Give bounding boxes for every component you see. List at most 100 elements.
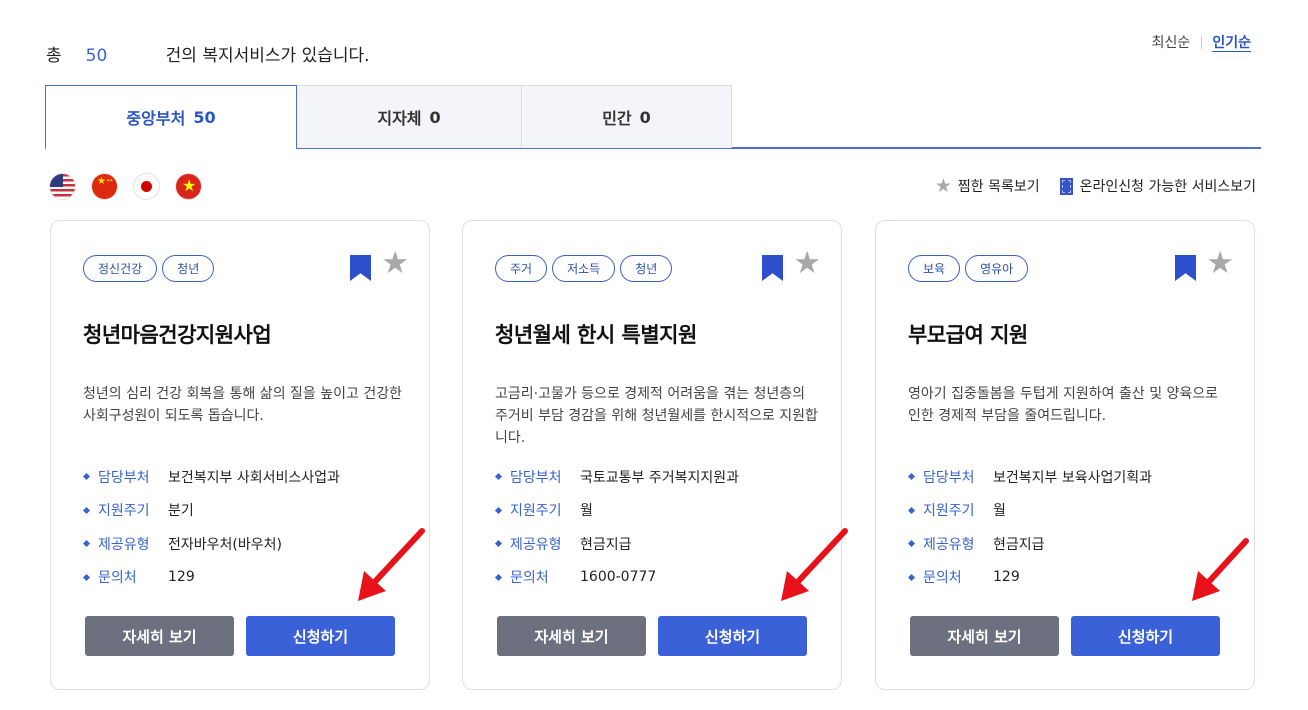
tab-count: 0	[639, 107, 651, 127]
annotation-arrow-icon	[1192, 538, 1249, 601]
bullet-icon	[907, 473, 916, 481]
card-title: 청년마음건강지원사업	[83, 323, 272, 347]
info-type: 제공유형 현금지급	[907, 527, 1152, 561]
service-info-list: 담당부처 보건복지부 보육사업기획과 지원주기 월 제공유형 현금지급 문의처 129	[907, 460, 1153, 595]
info-label: 지원주기	[510, 503, 562, 520]
result-count-suffix: 건의 복지서비스가 있습니다.	[165, 46, 370, 66]
card-title: 청년월세 한시 특별지원	[495, 323, 697, 347]
bookmark-icon[interactable]	[350, 255, 371, 281]
annotation-arrow-icon	[358, 528, 425, 601]
info-contact: 문의처 1600-0777	[494, 561, 739, 595]
info-department: 담당부처 국토교통부 주거복지지원과	[494, 460, 740, 494]
us-flag-icon[interactable]	[49, 173, 76, 200]
tag[interactable]: 청년	[162, 255, 215, 282]
apply-button[interactable]: 신청하기	[246, 616, 395, 656]
info-value: 월	[580, 503, 593, 520]
info-type: 제공유형 현금지급	[494, 527, 739, 561]
info-type: 제공유형 전자바우처(바우처)	[82, 527, 340, 561]
favorites-link[interactable]: ★ 찜한 목록보기	[935, 176, 1040, 196]
favorite-star-icon[interactable]: ★	[1206, 248, 1234, 279]
detail-button[interactable]: 자세히 보기	[85, 616, 234, 656]
result-count-prefix: 총	[46, 46, 62, 66]
tag-list: 주거 저소득 청년	[495, 255, 673, 282]
tab-central-government[interactable]: 중앙부처 50	[45, 85, 297, 150]
tab-label: 민간	[602, 109, 632, 128]
info-label: 담당부처	[510, 469, 562, 486]
tag-list: 정신건강 청년	[83, 255, 215, 282]
info-cycle: 지원주기 월	[494, 494, 739, 528]
language-selector	[49, 173, 202, 200]
tag[interactable]: 저소득	[552, 255, 616, 282]
sort-latest[interactable]: 최신순	[1152, 32, 1191, 52]
service-card: 정신건강 청년 ★ 청년마음건강지원사업 청년의 심리 건강 회복을 통해 삶의…	[50, 220, 430, 690]
info-value: 국토교통부 주거복지지원과	[580, 469, 740, 486]
tag[interactable]: 보육	[908, 255, 961, 282]
info-label: 지원주기	[98, 503, 150, 520]
info-value: 129	[168, 569, 195, 586]
service-info-list: 담당부처 국토교통부 주거복지지원과 지원주기 월 제공유형 현금지급 문의처 1600…	[494, 460, 740, 595]
detail-button[interactable]: 자세히 보기	[497, 616, 646, 656]
info-value: 현금지급	[993, 536, 1045, 553]
card-description: 고금리·고물가 등으로 경제적 어려움을 겪는 청년층의 주거비 부담 경감을 …	[495, 386, 818, 446]
card-description: 영아기 집중돌봄을 두텁게 지원하여 출산 및 양육으로 인한 경제적 부담을 …	[908, 386, 1219, 424]
info-department: 담당부처 보건복지부 사회서비스사업과	[82, 460, 340, 494]
sort-divider: |	[1199, 35, 1204, 49]
info-label: 문의처	[510, 570, 549, 587]
star-icon: ★	[934, 174, 952, 197]
bookmark-icon	[1059, 177, 1073, 195]
apply-button[interactable]: 신청하기	[658, 616, 807, 656]
favorite-star-icon[interactable]: ★	[381, 248, 409, 279]
detail-button[interactable]: 자세히 보기	[910, 616, 1059, 656]
info-value: 분기	[168, 503, 194, 520]
bullet-icon	[907, 540, 916, 548]
vietnam-flag-icon[interactable]	[175, 173, 202, 200]
info-value: 1600-0777	[580, 569, 657, 586]
tab-private[interactable]: 민간 0	[521, 85, 732, 148]
bullet-icon	[907, 506, 916, 514]
japan-flag-icon[interactable]	[133, 173, 160, 200]
bookmark-icon[interactable]	[1175, 255, 1196, 281]
tag[interactable]: 정신건강	[83, 255, 158, 282]
view-links: ★ 찜한 목록보기 온라인신청 가능한 서비스보기	[935, 176, 1256, 196]
info-label: 문의처	[923, 570, 962, 587]
bullet-icon	[494, 540, 503, 548]
sort-options: 최신순 | 인기순	[1152, 32, 1251, 52]
info-label: 제공유형	[923, 536, 975, 553]
info-cycle: 지원주기 분기	[82, 494, 340, 528]
online-services-link-label: 온라인신청 가능한 서비스보기	[1079, 179, 1256, 195]
info-value: 전자바우처(바우처)	[168, 536, 282, 553]
info-label: 문의처	[98, 570, 137, 587]
tab-label: 중앙부처	[126, 109, 186, 128]
online-services-link[interactable]: 온라인신청 가능한 서비스보기	[1059, 176, 1256, 196]
result-count-number: 50	[85, 46, 108, 66]
category-tabs: 중앙부처 50 지자체 0 민간 0	[45, 85, 1261, 150]
tag[interactable]: 청년	[620, 255, 673, 282]
info-value: 보건복지부 보육사업기획과	[993, 469, 1153, 486]
result-count: 총 50 건의 복지서비스가 있습니다.	[46, 41, 370, 66]
info-label: 지원주기	[923, 503, 975, 520]
bullet-icon	[494, 473, 503, 481]
tag[interactable]: 주거	[495, 255, 548, 282]
service-card: 주거 저소득 청년 ★ 청년월세 한시 특별지원 고금리·고물가 등으로 경제적…	[462, 220, 842, 690]
sort-popular[interactable]: 인기순	[1212, 32, 1251, 52]
service-card: 보육 영유아 ★ 부모급여 지원 영아기 집중돌봄을 두텁게 지원하여 출산 및…	[875, 220, 1255, 690]
bookmark-icon[interactable]	[762, 255, 783, 281]
bullet-icon	[82, 473, 91, 481]
card-description: 청년의 심리 건강 회복을 통해 삶의 질을 높이고 건강한 사회구성원이 되도…	[83, 386, 402, 424]
apply-button[interactable]: 신청하기	[1071, 616, 1220, 656]
info-department: 담당부처 보건복지부 보육사업기획과	[907, 460, 1153, 494]
info-value: 현금지급	[580, 536, 632, 553]
bullet-icon	[82, 573, 91, 581]
info-cycle: 지원주기 월	[907, 494, 1152, 528]
annotation-arrow-icon	[781, 528, 848, 601]
bullet-icon	[82, 506, 91, 514]
china-flag-icon[interactable]	[91, 173, 118, 200]
favorite-star-icon[interactable]: ★	[793, 248, 821, 279]
info-contact: 문의처 129	[907, 561, 1152, 595]
tab-local-government[interactable]: 지자체 0	[296, 85, 522, 148]
tag-list: 보육 영유아	[908, 255, 1029, 282]
tag[interactable]: 영유아	[965, 255, 1029, 282]
info-value: 보건복지부 사회서비스사업과	[168, 469, 340, 486]
info-label: 제공유형	[98, 536, 150, 553]
bullet-icon	[494, 506, 503, 514]
